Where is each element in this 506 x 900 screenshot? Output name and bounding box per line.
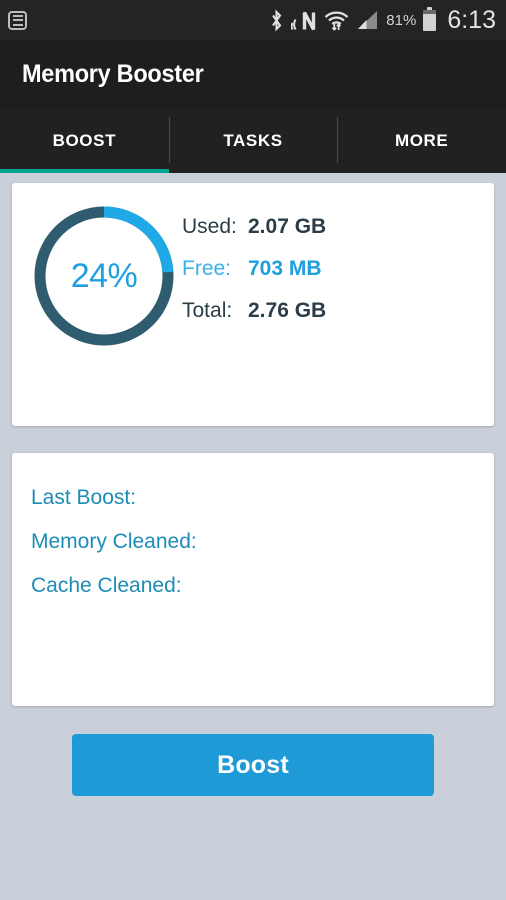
stat-free-value: 703 MB — [248, 257, 322, 280]
boost-button[interactable]: Boost — [72, 734, 434, 796]
status-bar-left — [8, 10, 27, 30]
memory-stats: Used: 2.07 GB Free: 703 MB Total: 2.76 G… — [182, 183, 494, 341]
info-row-last-boost: Last Boost: — [31, 486, 137, 509]
tab-boost-label: BOOST — [52, 131, 117, 150]
stat-row-used: Used: 2.07 GB — [182, 215, 494, 239]
tab-active-indicator — [0, 169, 169, 173]
clock-label: 6:13 — [447, 5, 496, 34]
tab-tasks-label: TASKS — [223, 131, 283, 150]
boost-button-wrap: Boost — [12, 734, 494, 796]
stat-free-key: Free: — [182, 257, 232, 280]
tab-more-label: MORE — [394, 131, 449, 150]
tab-tasks[interactable]: TASKS — [168, 109, 338, 173]
stat-used-value: 2.07 GB — [248, 215, 327, 238]
info-row-memory-cleaned: Memory Cleaned: — [31, 530, 197, 553]
stat-used-key: Used: — [182, 215, 237, 238]
status-bar: 81% 6:13 — [0, 0, 506, 40]
boost-info-card: Last Boost: Memory Cleaned: Cache Cleane… — [12, 453, 494, 706]
tab-tasks-indicator — [169, 169, 338, 173]
tab-bar: BOOST TASKS MORE — [0, 109, 506, 173]
battery-icon — [423, 6, 437, 31]
tab-boost[interactable]: BOOST — [0, 109, 169, 173]
main-content: 24% Used: 2.07 GB Free: 703 MB Total: 2.… — [0, 173, 506, 796]
memory-gauge-wrap: 24% — [12, 183, 182, 354]
wifi-icon — [325, 10, 349, 30]
stat-total-value: 2.76 GB — [248, 299, 327, 322]
status-bar-right: 81% 6:13 — [269, 5, 496, 34]
battery-percent-label: 81% — [386, 11, 417, 29]
app-bar: Memory Booster — [0, 40, 506, 109]
tab-more-indicator — [337, 169, 506, 173]
stat-total-key: Total: — [182, 299, 233, 322]
nfc-icon — [291, 11, 316, 30]
stat-row-free: Free: 703 MB — [182, 257, 494, 281]
memory-gauge: 24% — [26, 198, 182, 354]
tab-more[interactable]: MORE — [337, 109, 506, 173]
notification-list-icon — [8, 10, 27, 30]
cellular-signal-icon — [358, 10, 378, 29]
bluetooth-icon — [272, 8, 282, 32]
memory-usage-card: 24% Used: 2.07 GB Free: 703 MB Total: 2.… — [12, 183, 494, 426]
stat-row-total: Total: 2.76 GB — [182, 299, 494, 323]
app-title: Memory Booster — [22, 60, 204, 88]
info-row-cache-cleaned: Cache Cleaned: — [31, 574, 182, 597]
gauge-percent-label: 24% — [70, 256, 138, 295]
